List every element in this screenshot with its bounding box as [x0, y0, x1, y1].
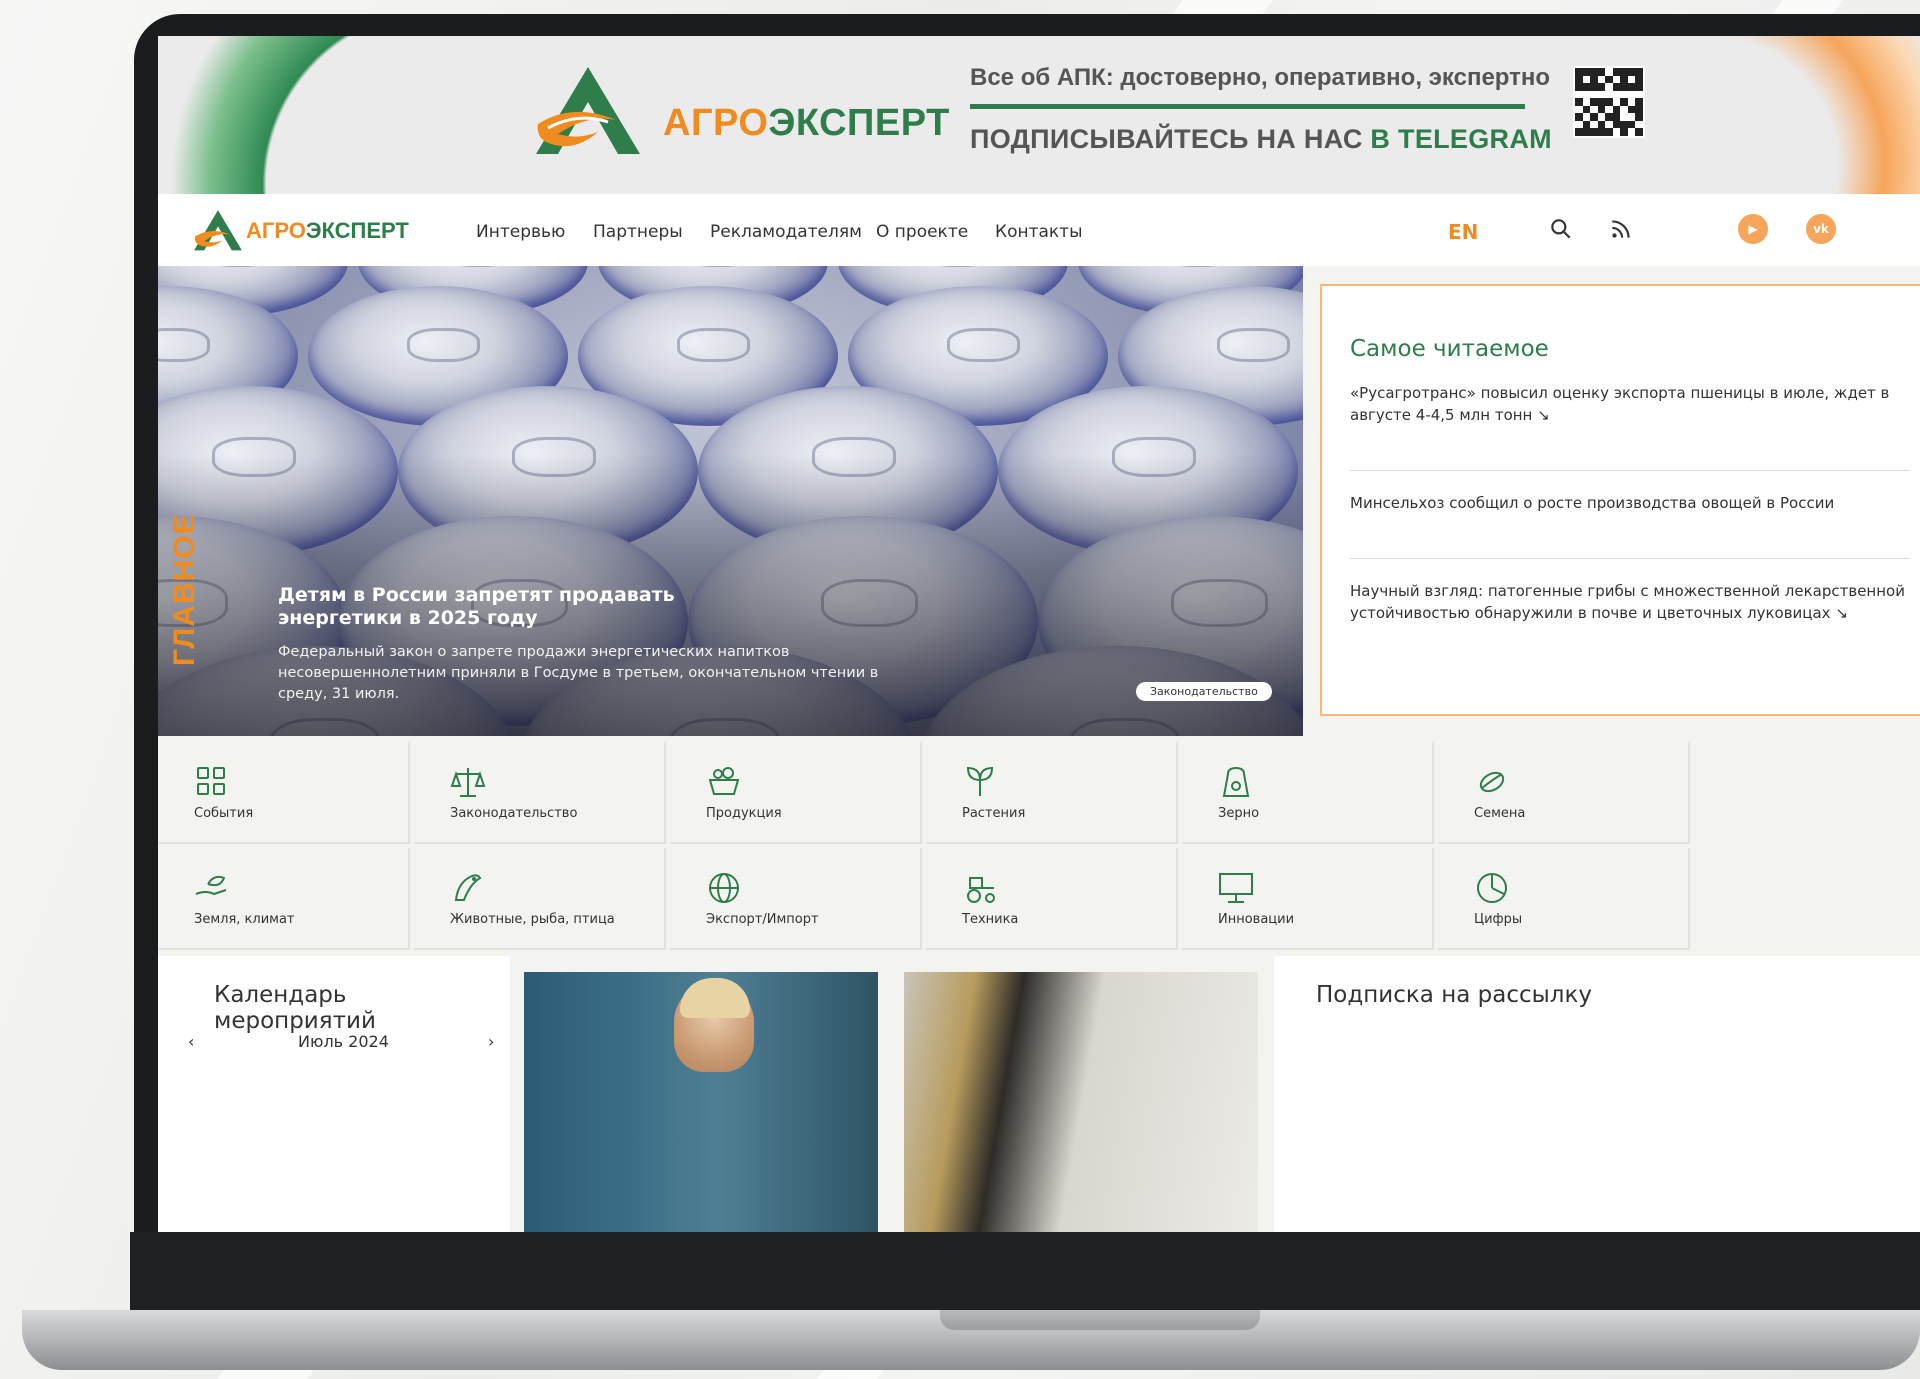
agroexpert-logo-icon: [536, 67, 640, 154]
newsletter-card: Подписка на рассылку: [1274, 956, 1920, 1232]
website-screen: АГРОЭКСПЕРТ Все об АПК: достоверно, опер…: [158, 36, 1920, 1232]
most-read-item[interactable]: Научный взгляд: патогенные грибы с множе…: [1350, 580, 1910, 624]
calendar-month: Июль 2024: [298, 1032, 389, 1051]
most-read-item[interactable]: Минсельхоз сообщил о росте производства …: [1350, 492, 1910, 514]
category-tile[interactable]: Техника: [926, 848, 1178, 950]
category-tile[interactable]: Инновации: [1182, 848, 1434, 950]
seed-icon: [1479, 771, 1505, 793]
category-tile[interactable]: Продукция: [670, 742, 922, 844]
tractor-icon: [967, 877, 995, 903]
category-label: Продукция: [706, 806, 782, 821]
rss-icon[interactable]: [1608, 216, 1634, 242]
hero-category-tag[interactable]: Законодательство: [1136, 682, 1272, 701]
news-photo-woman[interactable]: [524, 972, 878, 1232]
category-label: Цифры: [1474, 912, 1523, 927]
calendar-next-arrow[interactable]: ›: [488, 1032, 494, 1051]
category-tile[interactable]: Животные, рыба, птица: [414, 848, 666, 950]
calendar-prev-arrow[interactable]: ‹: [188, 1032, 194, 1051]
scales-icon: [450, 768, 486, 797]
search-icon[interactable]: [1548, 216, 1574, 242]
laptop-hinge: [130, 1232, 1920, 1310]
nav-logo-icon[interactable]: [188, 208, 248, 254]
hair: [680, 978, 750, 1018]
telegram-banner[interactable]: АГРОЭКСПЕРТ Все об АПК: достоверно, опер…: [158, 36, 1920, 194]
category-tile[interactable]: Зерно: [1182, 742, 1434, 844]
divider: [1350, 470, 1910, 471]
category-tile[interactable]: Растения: [926, 742, 1178, 844]
hero-main-story[interactable]: ГЛАВНОЕ Детям в России запретят продават…: [158, 266, 1303, 736]
category-label: События: [194, 806, 254, 821]
calendar-title: Календарь мероприятий: [214, 982, 376, 1034]
laptop-notch: [940, 1310, 1260, 1330]
category-tile[interactable]: Семена: [1438, 742, 1690, 844]
language-switch[interactable]: EN: [1448, 220, 1478, 244]
section-label-main: ГЛАВНОЕ: [168, 513, 201, 666]
vk-icon[interactable]: vk: [1806, 214, 1836, 244]
hero-summary: Федеральный закон о запрете продажи энер…: [278, 644, 879, 702]
pie-chart-icon: [1477, 873, 1507, 903]
sprout-icon: [966, 766, 994, 796]
main-navigation: АГРОЭКСПЕРТ Интервью Партнеры Рекламодат…: [158, 194, 1920, 266]
category-label: Законодательство: [450, 806, 578, 821]
green-wave-decoration: [158, 36, 518, 194]
category-tile[interactable]: Земля, климат: [158, 848, 410, 950]
category-label: Техника: [962, 912, 1019, 927]
events-calendar-card: Календарь мероприятий ‹ Июль 2024 ›: [158, 956, 510, 1232]
category-tile[interactable]: События: [158, 742, 410, 844]
telegram-subscribe-text[interactable]: ПОДПИСЫВАЙТЕСЬ НА НАС В TELEGRAM: [970, 124, 1552, 155]
news-photo-interior[interactable]: [904, 972, 1258, 1232]
nav-about[interactable]: О проекте: [876, 222, 968, 242]
banner-divider: [970, 104, 1525, 109]
nav-partners[interactable]: Партнеры: [593, 222, 683, 242]
nav-brand[interactable]: АГРОЭКСПЕРТ: [246, 218, 409, 244]
category-label: Растения: [962, 806, 1026, 821]
banner-brand: АГРОЭКСПЕРТ: [663, 102, 950, 144]
most-read-title: Самое читаемое: [1350, 336, 1549, 362]
fish-icon: [454, 874, 482, 901]
category-tile[interactable]: Цифры: [1438, 848, 1690, 950]
divider: [1350, 558, 1910, 559]
category-label: Экспорт/Импорт: [706, 912, 819, 927]
banner-tagline: Все об АПК: достоверно, оперативно, эксп…: [970, 64, 1551, 91]
category-label: Семена: [1474, 806, 1526, 821]
globe-icon: [709, 873, 739, 903]
hand-leaf-icon: [195, 875, 227, 896]
category-label: Инновации: [1218, 912, 1295, 927]
most-read-item[interactable]: «Русагротранс» повысил оценку экспорта п…: [1350, 382, 1910, 426]
category-tile[interactable]: Законодательство: [414, 742, 666, 844]
hero-headline[interactable]: Детям в России запретят продавать энерге…: [278, 584, 698, 630]
nav-contacts[interactable]: Контакты: [995, 222, 1083, 242]
orange-wave-decoration: [1680, 36, 1920, 194]
youtube-icon[interactable]: ▶: [1738, 214, 1768, 244]
qr-code-icon[interactable]: [1573, 66, 1645, 138]
grid-icon: [197, 767, 225, 795]
category-label: Земля, климат: [194, 912, 295, 927]
nav-interviews[interactable]: Интервью: [476, 222, 565, 242]
monitor-icon: [1219, 873, 1253, 903]
category-tile[interactable]: Экспорт/Импорт: [670, 848, 922, 950]
category-label: Зерно: [1218, 806, 1260, 821]
nav-advertisers[interactable]: Рекламодателям: [710, 222, 862, 242]
category-label: Животные, рыба, птица: [450, 912, 615, 927]
grain-bag-icon: [1222, 766, 1250, 797]
laptop-mockup-background: АГРОЭКСПЕРТ Все об АПК: достоверно, опер…: [0, 0, 1920, 1379]
most-read-panel: Самое читаемое «Русагротранс» повысил оц…: [1320, 284, 1920, 716]
newsletter-title: Подписка на рассылку: [1316, 982, 1592, 1008]
basket-icon: [708, 767, 740, 795]
